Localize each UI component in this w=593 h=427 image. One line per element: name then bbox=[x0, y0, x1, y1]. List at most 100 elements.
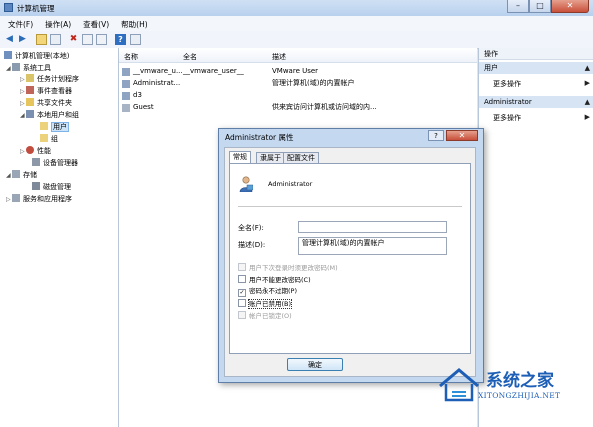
shared-folder-icon bbox=[26, 98, 34, 106]
menu-file[interactable]: 文件(F) bbox=[0, 16, 37, 30]
list-item[interactable]: __vmware_u... __vmware_user__ VMware Use… bbox=[119, 66, 477, 77]
computer-icon bbox=[4, 51, 12, 59]
submenu-arrow-icon: ▶ bbox=[584, 113, 590, 121]
properties-icon[interactable] bbox=[82, 34, 93, 45]
actions-group-administrator[interactable]: Administrator ▲ bbox=[479, 96, 593, 108]
dialog-title: Administrator 属性 bbox=[225, 133, 294, 142]
menu-bar: 文件(F) 操作(A) 查看(V) 帮助(H) bbox=[0, 16, 593, 32]
password-never-expires-checkbox[interactable]: ✓ 密码永不过期(P) bbox=[238, 287, 297, 297]
expand-arrow-icon[interactable]: ▷ bbox=[20, 146, 26, 157]
action-pane-icon[interactable] bbox=[130, 34, 141, 45]
checkmark-icon[interactable]: ✓ bbox=[238, 289, 246, 297]
window-title: 计算机管理 bbox=[17, 4, 55, 13]
description-field[interactable]: 管理计算机(域)的内置帐户 bbox=[298, 237, 447, 255]
list-item[interactable]: d3 bbox=[119, 90, 477, 101]
computer-management-window: 计算机管理 – □ ✕ 文件(F) 操作(A) 查看(V) 帮助(H) ◀ ▶ ✖ ?… bbox=[0, 0, 593, 427]
actions-header: 操作 bbox=[479, 48, 593, 60]
menu-action[interactable]: 操作(A) bbox=[37, 16, 75, 30]
device-manager-icon bbox=[32, 158, 40, 166]
tree-item-groups[interactable]: 组 bbox=[40, 134, 58, 145]
user-icon bbox=[122, 104, 130, 112]
tree-item-services-apps[interactable]: ▷ 服务和应用程序 bbox=[6, 194, 72, 205]
performance-icon bbox=[26, 146, 34, 154]
tree-item-task-scheduler[interactable]: ▷ 任务计划程序 bbox=[20, 74, 79, 85]
checkbox-box[interactable] bbox=[238, 263, 246, 271]
separator bbox=[238, 206, 462, 207]
cannot-change-password-checkbox[interactable]: 用户不能更改密码(C) bbox=[238, 275, 311, 284]
delete-icon[interactable]: ✖ bbox=[68, 34, 79, 45]
user-avatar-icon bbox=[239, 176, 253, 192]
tree-item-disk-management[interactable]: 磁盘管理 bbox=[32, 182, 71, 193]
administrator-properties-dialog: Administrator 属性 ? ✕ 常规 隶属于 配置文件 Adminis… bbox=[218, 128, 484, 383]
users-groups-icon bbox=[26, 110, 34, 118]
tree-item-storage[interactable]: ◢ 存储 bbox=[6, 170, 37, 181]
tree-item-users[interactable]: 用户 bbox=[40, 122, 69, 133]
dialog-help-button[interactable]: ? bbox=[428, 130, 444, 141]
toolbar: ◀ ▶ ✖ ? bbox=[0, 31, 593, 49]
house-logo-icon bbox=[439, 368, 479, 402]
ok-button[interactable]: 确定 bbox=[287, 358, 343, 371]
tree-item-event-viewer[interactable]: ▷ 事件查看器 bbox=[20, 86, 72, 97]
disk-icon bbox=[32, 182, 40, 190]
dialog-close-button[interactable]: ✕ bbox=[446, 130, 478, 141]
forward-arrow-icon[interactable]: ▶ bbox=[17, 34, 28, 45]
submenu-arrow-icon: ▶ bbox=[584, 79, 590, 87]
fullname-field[interactable] bbox=[298, 221, 447, 233]
event-viewer-icon bbox=[26, 86, 34, 94]
folder-icon bbox=[40, 122, 48, 130]
list-item[interactable]: Administrat... 管理计算机(域)的内置帐户 bbox=[119, 78, 477, 89]
tree-item-local-users-groups[interactable]: ◢ 本地用户和组 bbox=[20, 110, 79, 121]
tree-item-shared-folders[interactable]: ▷ 共享文件夹 bbox=[20, 98, 72, 109]
tools-icon bbox=[12, 63, 20, 71]
dialog-username: Administrator bbox=[268, 180, 313, 188]
description-label: 描述(D): bbox=[238, 241, 266, 249]
user-icon bbox=[122, 68, 130, 76]
user-icon bbox=[122, 80, 130, 88]
maximize-button[interactable]: □ bbox=[529, 0, 551, 13]
tree-root[interactable]: 计算机管理(本地) bbox=[4, 51, 69, 62]
fullname-label: 全名(F): bbox=[238, 224, 264, 232]
export-list-icon[interactable] bbox=[96, 34, 107, 45]
checkbox-box[interactable] bbox=[238, 311, 246, 319]
minimize-button[interactable]: – bbox=[507, 0, 529, 13]
dialog-body: 常规 隶属于 配置文件 Administrator 全名(F): 描述(D): … bbox=[224, 147, 476, 377]
watermark-url: XITONGZHIJIA.NET bbox=[478, 391, 561, 400]
computer-management-icon bbox=[4, 3, 13, 12]
menu-view[interactable]: 查看(V) bbox=[75, 16, 113, 30]
collapse-up-icon[interactable]: ▲ bbox=[585, 62, 590, 74]
account-disabled-checkbox[interactable]: 账户已禁用(B) bbox=[238, 299, 293, 309]
tree-item-performance[interactable]: ▷ 性能 bbox=[20, 146, 51, 157]
show-hide-tree-icon[interactable] bbox=[50, 34, 61, 45]
window-controls: – □ ✕ bbox=[507, 0, 589, 14]
collapse-up-icon[interactable]: ▲ bbox=[585, 96, 590, 108]
column-header-name[interactable]: 名称 bbox=[124, 52, 138, 62]
column-header-description[interactable]: 描述 bbox=[272, 52, 286, 62]
list-item[interactable]: Guest 供来宾访问计算机或访问域的内... bbox=[119, 102, 477, 113]
more-actions-administrator[interactable]: 更多操作 bbox=[493, 113, 521, 123]
close-button[interactable]: ✕ bbox=[551, 0, 589, 13]
watermark: 系统之家 XITONGZHIJIA.NET bbox=[432, 360, 590, 424]
up-folder-icon[interactable] bbox=[36, 34, 47, 45]
console-tree: 计算机管理(本地) ◢ 系统工具 ▷ 任务计划程序 ▷ 事件查看器 ▷ 共享文件夹 ◢ 本… bbox=[0, 48, 119, 427]
services-icon bbox=[12, 194, 20, 202]
actions-group-users[interactable]: 用户 ▲ bbox=[479, 62, 593, 74]
more-actions-users[interactable]: 更多操作 bbox=[493, 79, 521, 89]
checkbox-box[interactable] bbox=[238, 299, 246, 307]
tree-item-system-tools[interactable]: ◢ 系统工具 bbox=[6, 63, 51, 74]
back-arrow-icon[interactable]: ◀ bbox=[4, 34, 15, 45]
watermark-title: 系统之家 bbox=[486, 371, 554, 391]
must-change-password-checkbox[interactable]: 用户下次登录时须更改密码(M) bbox=[238, 263, 338, 272]
general-tab-page: Administrator 全名(F): 描述(D): 管理计算机(域)的内置帐… bbox=[229, 163, 471, 354]
help-icon[interactable]: ? bbox=[115, 34, 126, 45]
menu-help[interactable]: 帮助(H) bbox=[113, 16, 152, 30]
user-icon bbox=[122, 92, 130, 100]
storage-icon bbox=[12, 170, 20, 178]
column-header-fullname[interactable]: 全名 bbox=[183, 52, 197, 62]
account-locked-checkbox[interactable]: 帐户已锁定(O) bbox=[238, 311, 292, 320]
list-header: 名称 全名 描述 bbox=[119, 48, 477, 63]
task-scheduler-icon bbox=[26, 74, 34, 82]
tree-item-device-manager[interactable]: 设备管理器 bbox=[32, 158, 78, 169]
checkbox-box[interactable] bbox=[238, 275, 246, 283]
title-bar: 计算机管理 – □ ✕ bbox=[0, 0, 593, 16]
folder-icon bbox=[40, 134, 48, 142]
